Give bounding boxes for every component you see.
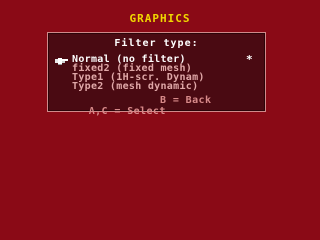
back-hint[interactable]: B = Back	[160, 95, 211, 106]
controls-hint: A,C = Select B = Back	[63, 95, 211, 139]
pointing-hand-icon	[55, 58, 68, 65]
option-type2[interactable]: Type2 (mesh dynamic)	[72, 82, 198, 92]
dialog-heading: Filter type:	[114, 38, 199, 49]
active-setting-marker: *	[246, 53, 253, 66]
select-hint: A,C = Select	[88, 106, 166, 117]
filter-type-dialog: Filter type: Normal (no filter) fixed2 (…	[47, 32, 266, 117]
screen-title: GRAPHICS	[129, 12, 191, 25]
